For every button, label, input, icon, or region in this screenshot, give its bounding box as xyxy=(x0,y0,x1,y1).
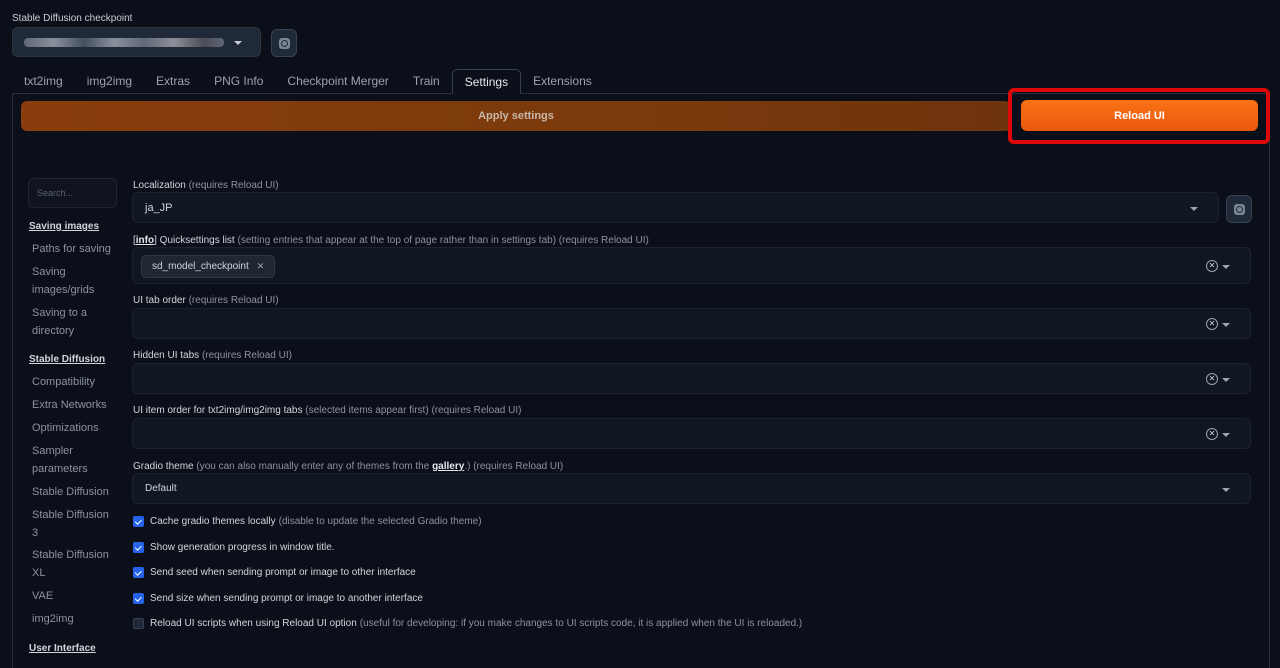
tab-order-multiselect[interactable]: ✕ xyxy=(132,308,1251,339)
apply-settings-button[interactable]: Apply settings xyxy=(21,101,1011,131)
chevron-down-icon xyxy=(234,41,242,45)
checkbox-checked-icon[interactable] xyxy=(133,542,144,553)
clear-icon[interactable]: ✕ xyxy=(1206,318,1218,330)
tab-settings[interactable]: Settings xyxy=(451,69,522,94)
tab-checkpoint-merger[interactable]: Checkpoint Merger xyxy=(275,69,400,94)
hidden-tabs-label: Hidden UI tabs (requires Reload UI) xyxy=(133,350,292,361)
checkpoint-value-redacted xyxy=(24,38,224,47)
remove-token-icon[interactable]: ✕ xyxy=(257,256,265,277)
tab-img2img[interactable]: img2img xyxy=(75,69,144,94)
checkbox-unchecked-icon[interactable] xyxy=(133,618,144,629)
item-order-label: UI item order for txt2img/img2img tabs (… xyxy=(133,405,522,416)
sidebar-item-compatibility[interactable]: Compatibility xyxy=(32,373,117,391)
sidebar-item-img2img[interactable]: img2img xyxy=(32,610,117,628)
checkpoint-label: Stable Diffusion checkpoint xyxy=(12,13,133,24)
sidebar-item-paths-for-saving[interactable]: Paths for saving xyxy=(32,240,117,258)
checkbox-checked-icon[interactable] xyxy=(133,593,144,604)
chevron-down-icon xyxy=(1222,488,1230,492)
localization-value: ja_JP xyxy=(145,202,173,214)
checkbox-send-size[interactable]: Send size when sending prompt or image t… xyxy=(133,593,423,604)
clear-icon[interactable]: ✕ xyxy=(1206,428,1218,440)
tab-order-label: UI tab order (requires Reload UI) xyxy=(133,295,279,306)
chevron-down-icon xyxy=(1222,265,1230,269)
sidebar-item-sampler-parameters[interactable]: Sampler parameters xyxy=(32,442,117,478)
sidebar-item-stable-diffusion[interactable]: Stable Diffusion xyxy=(32,483,117,501)
info-link[interactable]: info xyxy=(136,235,154,246)
sidebar-section-saving-images[interactable]: Saving images xyxy=(29,218,114,236)
refresh-checkpoint-button[interactable] xyxy=(271,29,297,57)
sidebar-section-stable-diffusion[interactable]: Stable Diffusion xyxy=(29,351,114,369)
sidebar-item-vae[interactable]: VAE xyxy=(32,587,117,605)
refresh-icon xyxy=(278,37,290,49)
item-order-multiselect[interactable]: ✕ xyxy=(132,418,1251,449)
checkpoint-select[interactable] xyxy=(12,27,261,57)
chevron-down-icon xyxy=(1222,378,1230,382)
localization-select[interactable]: ja_JP xyxy=(132,192,1219,223)
main-tabs: txt2img img2img Extras PNG Info Checkpoi… xyxy=(12,69,604,94)
clear-icon[interactable]: ✕ xyxy=(1206,373,1218,385)
tab-txt2img[interactable]: txt2img xyxy=(12,69,75,94)
clear-icon[interactable]: ✕ xyxy=(1206,260,1218,272)
settings-search-input[interactable]: Search... xyxy=(28,178,117,208)
checkbox-send-seed[interactable]: Send seed when sending prompt or image t… xyxy=(133,567,416,578)
sidebar-item-optimizations[interactable]: Optimizations xyxy=(32,419,117,437)
highlight-box xyxy=(1008,88,1270,144)
gradio-theme-label: Gradio theme (you can also manually ente… xyxy=(133,461,564,472)
refresh-localization-button[interactable] xyxy=(1226,195,1252,223)
sidebar-item-extra-networks[interactable]: Extra Networks xyxy=(32,396,117,414)
tab-extensions[interactable]: Extensions xyxy=(521,69,604,94)
checkbox-show-progress-title[interactable]: Show generation progress in window title… xyxy=(133,542,335,553)
sidebar-item-saving-images-grids[interactable]: Saving images/grids xyxy=(32,263,117,299)
gradio-theme-value: Default xyxy=(145,483,177,494)
sidebar-section-user-interface[interactable]: User Interface xyxy=(29,640,114,658)
refresh-icon xyxy=(1233,203,1245,215)
gallery-link[interactable]: gallery xyxy=(432,461,464,472)
gradio-theme-select[interactable]: Default xyxy=(132,473,1251,504)
chevron-down-icon xyxy=(1190,207,1198,211)
quicksettings-token: sd_model_checkpoint ✕ xyxy=(141,255,276,278)
checkbox-checked-icon[interactable] xyxy=(133,567,144,578)
localization-label: Localization (requires Reload UI) xyxy=(133,180,279,191)
quicksettings-multiselect[interactable]: sd_model_checkpoint ✕ ✕ xyxy=(132,247,1251,284)
tab-extras[interactable]: Extras xyxy=(144,69,202,94)
tab-png-info[interactable]: PNG Info xyxy=(202,69,275,94)
quicksettings-label: [info] Quicksettings list (setting entri… xyxy=(133,235,649,246)
chevron-down-icon xyxy=(1222,323,1230,327)
checkbox-reload-ui-scripts[interactable]: Reload UI scripts when using Reload UI o… xyxy=(133,618,802,629)
checkbox-checked-icon[interactable] xyxy=(133,516,144,527)
checkbox-cache-gradio-themes[interactable]: Cache gradio themes locally (disable to u… xyxy=(133,516,482,527)
sidebar-item-stable-diffusion-3[interactable]: Stable Diffusion 3 xyxy=(32,506,117,542)
tab-train[interactable]: Train xyxy=(401,69,452,94)
sidebar-item-stable-diffusion-xl[interactable]: Stable Diffusion XL xyxy=(32,546,117,582)
chevron-down-icon xyxy=(1222,433,1230,437)
hidden-tabs-multiselect[interactable]: ✕ xyxy=(132,363,1251,394)
sidebar-item-saving-to-directory[interactable]: Saving to a directory xyxy=(32,304,117,340)
